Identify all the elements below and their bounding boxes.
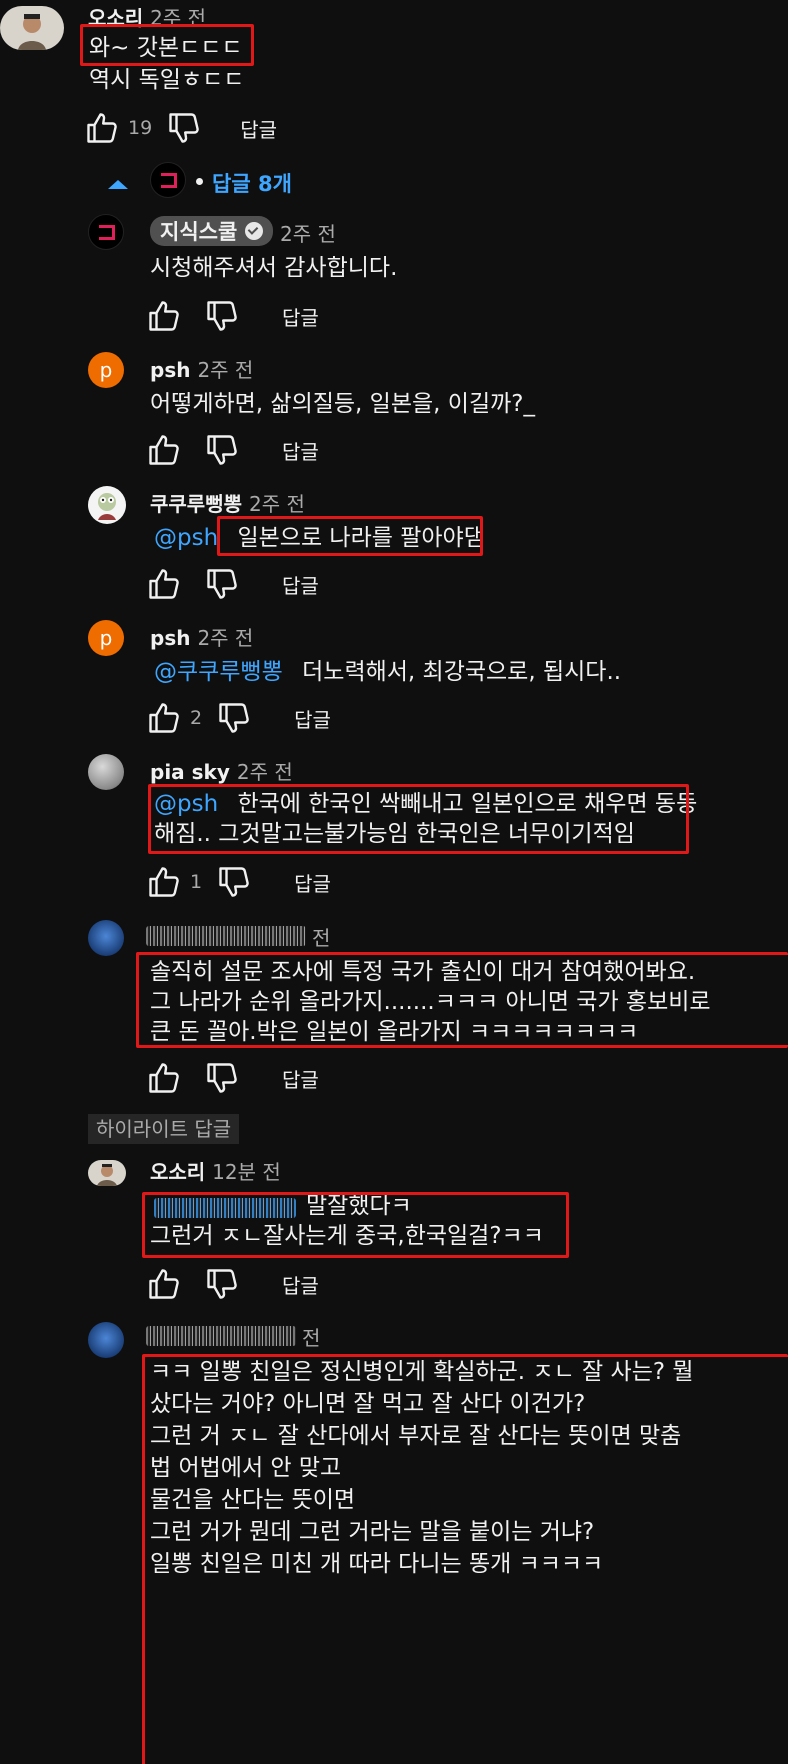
avatar[interactable] [88, 754, 124, 790]
thumb-up-icon[interactable] [146, 432, 182, 468]
mention-link[interactable]: @psh [154, 525, 218, 551]
comment-author: 오소리 12분 전 [150, 1156, 281, 1185]
author-name[interactable]: psh [150, 626, 190, 650]
timestamp[interactable]: 2주 전 [280, 222, 336, 246]
thumb-down-icon[interactable] [204, 298, 240, 334]
comment-actions: 답글 [146, 1266, 319, 1302]
reply-button[interactable]: 답글 [282, 570, 319, 599]
author-name-redacted[interactable] [146, 1326, 296, 1346]
author-name-redacted[interactable] [146, 926, 306, 946]
highlight-box [217, 516, 483, 556]
comment-text-row: @쿠쿠루뻥뽕 더노력해서, 최강국으로, 됩시다.. [154, 654, 621, 690]
highlight-reply-label: 하이라이트 답글 [88, 1114, 240, 1144]
timestamp[interactable]: 2주 전 [237, 760, 293, 784]
like-count: 2 [190, 707, 203, 729]
comment-actions: 답글 [146, 298, 319, 334]
avatar[interactable] [88, 1322, 124, 1358]
like-count: 1 [190, 871, 203, 893]
thumb-down-icon[interactable] [166, 110, 202, 146]
thumb-down-icon[interactable] [204, 1266, 240, 1302]
timestamp[interactable]: 2주 전 [197, 358, 253, 382]
mention-link[interactable]: @쿠쿠루뻥뽕 [154, 659, 283, 685]
highlight-box [80, 24, 254, 66]
reply-button[interactable]: 답글 [294, 704, 331, 733]
comment-actions: 답글 [146, 1060, 319, 1096]
thumb-up-icon[interactable] [146, 566, 182, 602]
author-name[interactable]: 쿠쿠루뻥뽕 [150, 492, 242, 516]
avatar[interactable] [88, 1160, 126, 1186]
like-count: 19 [128, 117, 153, 139]
timestamp-wrap: 전 [312, 922, 330, 951]
comment-actions: 19 답글 [84, 110, 277, 146]
thumb-down-icon[interactable] [216, 700, 252, 736]
comment-author: psh 2주 전 [150, 622, 253, 651]
thumb-up-icon[interactable] [146, 298, 182, 334]
author-name[interactable]: 오소리 [150, 1160, 205, 1184]
timestamp-wrap: 전 [302, 1322, 320, 1351]
thumb-down-icon[interactable] [204, 432, 240, 468]
timestamp[interactable]: 2주 전 [249, 492, 305, 516]
thumb-down-icon[interactable] [216, 864, 252, 900]
comment-actions: 1 답글 [146, 864, 331, 900]
thumb-up-icon[interactable] [146, 700, 182, 736]
replies-count-label[interactable]: 답글 8개 [212, 168, 292, 198]
avatar[interactable] [88, 486, 126, 524]
author-name[interactable]: psh [150, 358, 190, 382]
verified-icon [245, 222, 264, 240]
comment-line: 역시 독일ㅎㄷㄷ [89, 67, 245, 93]
reply-button[interactable]: 답글 [294, 868, 331, 897]
comment-author: 쿠쿠루뻥뽕 2주 전 [150, 488, 305, 517]
chevron-up-icon[interactable] [108, 180, 128, 189]
comment-text: 시청해주셔서 감사합니다. [150, 255, 398, 281]
separator-dot [196, 178, 203, 185]
creator-badge[interactable]: 지식스쿨 [150, 216, 274, 246]
avatar-letter: p [99, 358, 113, 382]
author-name[interactable]: pia sky [150, 760, 230, 784]
comment-actions: 답글 [146, 432, 319, 468]
replies-toggle[interactable]: 답글 8개 [108, 160, 338, 204]
reply-button[interactable]: 답글 [240, 114, 277, 143]
thumb-down-icon[interactable] [204, 1060, 240, 1096]
thumb-up-icon[interactable] [146, 1060, 182, 1096]
thumb-up-icon[interactable] [146, 864, 182, 900]
reply-button[interactable]: 답글 [282, 1064, 319, 1093]
reply-button[interactable]: 답글 [282, 436, 319, 465]
timestamp[interactable]: 2주 전 [197, 626, 253, 650]
avatar[interactable]: p [88, 352, 124, 388]
creator-avatar [150, 162, 186, 198]
comment-actions: 2 답글 [146, 700, 331, 736]
thumb-up-icon[interactable] [84, 110, 120, 146]
author-name[interactable]: 지식스쿨 [160, 216, 237, 246]
comment-actions: 답글 [146, 566, 319, 602]
timestamp[interactable]: 전 [302, 1326, 320, 1350]
avatar[interactable] [0, 6, 64, 50]
comment-text: 더노력해서, 최강국으로, 됩시다.. [302, 659, 622, 685]
highlight-box [142, 1354, 788, 1764]
timestamp[interactable]: 12분 전 [212, 1160, 281, 1184]
avatar[interactable] [88, 920, 124, 956]
highlight-box [148, 784, 689, 854]
comment-author: psh 2주 전 [150, 354, 253, 383]
reply-button[interactable]: 답글 [282, 302, 319, 331]
avatar[interactable]: p [88, 620, 124, 656]
thumb-up-icon[interactable] [146, 1266, 182, 1302]
timestamp-wrap: 2주 전 [280, 218, 336, 247]
highlight-box [136, 952, 788, 1048]
timestamp[interactable]: 전 [312, 926, 330, 950]
avatar[interactable] [88, 214, 124, 250]
comment-author: pia sky 2주 전 [150, 756, 293, 785]
highlight-box [142, 1192, 569, 1258]
avatar-letter: p [99, 626, 113, 650]
comment-text: 어떻게하면, 삶의질등, 일본을, 이길까?_ [150, 391, 535, 417]
reply-button[interactable]: 답글 [282, 1270, 319, 1299]
thumb-down-icon[interactable] [204, 566, 240, 602]
